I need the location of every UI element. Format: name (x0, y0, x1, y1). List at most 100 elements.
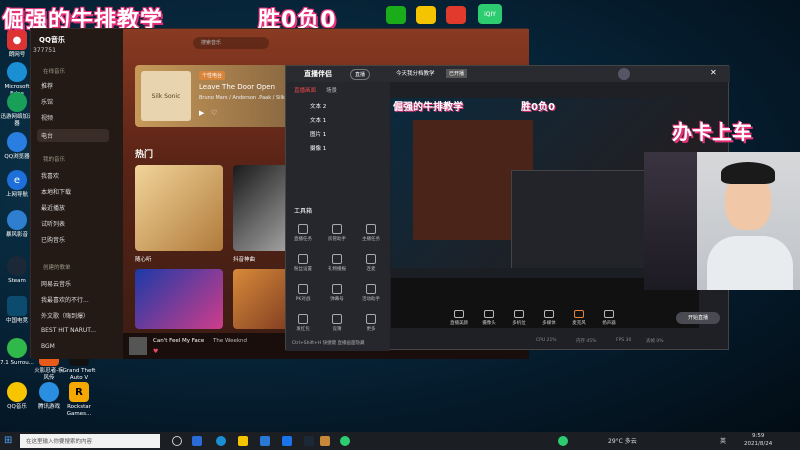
source-item[interactable]: 文本 2 (310, 102, 326, 110)
webcam-shirt (707, 236, 793, 290)
microphone-button[interactable]: 麦克风 (566, 310, 592, 326)
explorer-icon[interactable] (238, 436, 248, 446)
heart-icon[interactable]: ♡ (211, 109, 217, 117)
tab-scene-live[interactable]: 直播画面 (294, 86, 316, 94)
section-online: 在线音乐 (43, 69, 66, 75)
tool-activity[interactable]: 活动助手 (358, 284, 384, 302)
clock-date[interactable]: 2021/8/24 (744, 441, 772, 447)
tool-task[interactable]: 直播任务 (290, 224, 316, 242)
tab-scene[interactable]: 场景 (326, 86, 337, 94)
edge-taskbar-icon[interactable] (216, 436, 226, 446)
sidebar-item-radio[interactable]: 电台 (37, 129, 109, 142)
desktop-icon-surround[interactable]: 7.1 Surrou... (0, 338, 34, 367)
playlist-item[interactable]: BGM (41, 343, 55, 350)
sidebar-item-like[interactable]: 我喜欢 (41, 171, 59, 180)
tool-danmaku[interactable]: 弹幕号 (324, 284, 350, 302)
guess-icon (332, 314, 342, 324)
footer-stat: FPS 30 (616, 338, 632, 343)
multitask-icon[interactable] (192, 436, 202, 446)
sidebar-item-recent[interactable]: 最近播放 (41, 203, 65, 212)
sidebar-item-trial[interactable]: 试听列表 (41, 219, 65, 228)
desktop-icon-qqbrowser[interactable]: QQ浏览器 (0, 132, 34, 161)
desktop-icon-accelerator[interactable]: 迅游网络加速器 (0, 92, 34, 128)
game-icon[interactable] (446, 6, 466, 24)
source-item[interactable]: 图片 1 (310, 130, 326, 138)
desktop-icon-rockstar[interactable]: R Rockstar Games... (62, 382, 96, 418)
overlay-card-banner: 办卡上车 (672, 120, 752, 144)
playlist-item[interactable]: 网易云音乐 (41, 279, 71, 288)
now-playing-title: Can't Feel My Face (153, 338, 205, 344)
desktop-icon-ie[interactable]: e 上网导航 (0, 170, 34, 199)
beauty-button[interactable]: 直播美颜 (446, 310, 472, 326)
store-icon[interactable] (260, 436, 270, 446)
card-label: 抖音神曲 (233, 257, 256, 263)
desktop-icon-baofeng[interactable]: 暴风影音 (0, 210, 34, 239)
iqiyi-icon[interactable]: iQIY (478, 4, 502, 24)
live-taskbar-icon[interactable] (320, 436, 330, 446)
playlist-item[interactable]: 外文歌（嗨到爆） (41, 311, 89, 320)
desktop-icon-esports[interactable]: 中国电竞 (0, 296, 34, 325)
tool-manager[interactable]: 房管助手 (324, 224, 350, 242)
task-view-icon[interactable] (172, 436, 182, 446)
steam-taskbar-icon[interactable] (304, 436, 314, 446)
input-lang[interactable]: 英 (720, 436, 726, 445)
live-titlebar: 直播伴侣 直播 今天我分档教学 已开播 ✕ (286, 66, 730, 82)
sidebar-item-purchased[interactable]: 已购音乐 (41, 235, 65, 244)
tool-more[interactable]: 更多 (358, 314, 384, 332)
tool-mic-link[interactable]: 连麦 (358, 254, 384, 272)
tray-app-icon[interactable] (558, 436, 568, 446)
qq-browser-icon (7, 132, 27, 152)
like-icon[interactable]: ♥ (153, 348, 158, 355)
pk-icon (298, 284, 308, 294)
windows-start-icon[interactable]: ⊞ (4, 435, 12, 446)
card-label: 随心听 (135, 257, 152, 263)
playlist-card-random[interactable] (135, 165, 223, 251)
start-live-button[interactable]: 开始直播 (676, 312, 720, 324)
speaker-icon (604, 310, 614, 318)
source-item[interactable]: 文本 1 (310, 116, 326, 124)
tool-redpacket[interactable]: 发红包 (290, 314, 316, 332)
edge-icon (7, 62, 27, 82)
footer-stat: CPU 21% (536, 338, 557, 343)
sidebar-item-local[interactable]: 本地和下载 (41, 187, 71, 196)
speaker-button[interactable]: 扬声器 (596, 310, 622, 326)
play-icon[interactable]: ▶ (199, 109, 204, 117)
mail-icon[interactable] (282, 436, 292, 446)
camera-button[interactable]: 摄像头 (476, 310, 502, 326)
search-input[interactable]: 搜索音乐 (193, 37, 269, 49)
desktop-icon-qqmusic[interactable]: QQ音乐 (0, 382, 34, 411)
desktop-icon-steam[interactable]: Steam (0, 256, 34, 285)
clock-time[interactable]: 9:59 (752, 433, 764, 439)
qq-music-icon (7, 382, 27, 402)
source-item[interactable]: 摄像 1 (310, 144, 326, 152)
sidebar-item-library[interactable]: 乐馆 (41, 97, 53, 106)
tool-guess[interactable]: 竞猜 (324, 314, 350, 332)
taskbar-search[interactable]: 在这里输入你要搜索的内容 (20, 434, 160, 448)
tool-gift[interactable]: 礼物播报 (324, 254, 350, 272)
wechat-icon[interactable] (386, 6, 406, 24)
media-button[interactable]: 多媒体 (536, 310, 562, 326)
multi-camera-button[interactable]: 多机位 (506, 310, 532, 326)
avatar[interactable] (618, 68, 630, 80)
qq-icon[interactable] (416, 6, 436, 24)
tool-anchor-task[interactable]: 主播任务 (358, 224, 384, 242)
playlist-card[interactable] (135, 269, 223, 329)
sidebar-item-recommend[interactable]: 推荐 (41, 81, 53, 90)
mic-link-icon (366, 254, 376, 264)
playlist-item[interactable]: 我最喜欢的不行... (41, 295, 89, 304)
tool-pk[interactable]: PK对战 (290, 284, 316, 302)
desktop-icon-tencent-game[interactable]: 腾讯游戏 (32, 382, 66, 411)
mode-badge[interactable]: 直播 (350, 69, 371, 80)
preview-overlay-record: 胜0负0 (521, 102, 555, 113)
close-icon[interactable]: ✕ (710, 68, 717, 77)
qqmusic-taskbar-icon[interactable] (340, 436, 350, 446)
weather[interactable]: 29°C 多云 (608, 436, 637, 445)
sidebar-item-video[interactable]: 视频 (41, 113, 53, 122)
section-hot: 热门 (135, 150, 154, 160)
tencent-game-icon (39, 382, 59, 402)
qqmusic-sidebar: QQ音乐 377751 在线音乐 推荐 乐馆 视频 电台 我的音乐 我喜欢 本地… (31, 29, 123, 359)
tool-fans[interactable]: 粉丝设置 (290, 254, 316, 272)
desktop-icon-profile[interactable]: ● 朗网号 (0, 30, 34, 59)
playlist-item[interactable]: BEST HIT NARUT... (41, 327, 96, 334)
esports-icon (7, 296, 27, 316)
